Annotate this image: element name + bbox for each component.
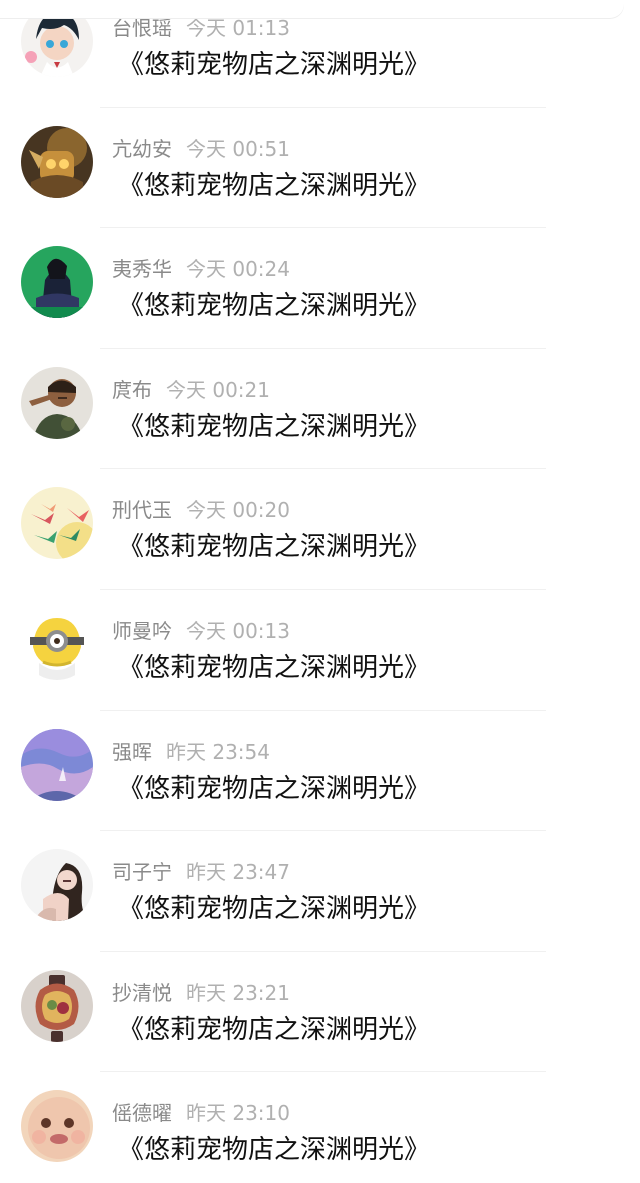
comment-text: 《悠莉宠物店之深渊明光》 bbox=[118, 1135, 431, 1166]
top-panel-edge bbox=[0, 0, 624, 18]
comment-time: 昨天 23:47 bbox=[186, 860, 290, 885]
comment-text: 《悠莉宠物店之深渊明光》 bbox=[118, 1014, 431, 1045]
comment-item: 庹布 今天 00:21 《悠莉宠物店之深渊明光》 bbox=[0, 349, 640, 470]
comment-time: 今天 00:51 bbox=[186, 136, 290, 161]
comment-item: 抄清悦 昨天 23:21 《悠莉宠物店之深渊明光》 bbox=[0, 952, 640, 1073]
comment-meta: 司子宁 昨天 23:47 bbox=[112, 857, 290, 887]
comment-text: 《悠莉宠物店之深渊明光》 bbox=[118, 652, 431, 683]
comment-meta: 抄清悦 昨天 23:21 bbox=[112, 978, 290, 1008]
comment-time: 今天 00:21 bbox=[166, 377, 270, 402]
username[interactable]: 司子宁 bbox=[112, 860, 172, 884]
lantern-avatar-icon[interactable] bbox=[21, 969, 93, 1042]
comment-text: 《悠莉宠物店之深渊明光》 bbox=[118, 532, 431, 563]
paper-crane-avatar-icon[interactable] bbox=[21, 487, 93, 560]
comment-time: 昨天 23:21 bbox=[186, 980, 290, 1005]
woman-portrait-avatar-icon[interactable] bbox=[21, 849, 93, 922]
comment-time: 今天 01:13 bbox=[186, 16, 290, 40]
comment-meta: 庹布 今天 00:21 bbox=[112, 375, 270, 405]
comment-meta: 亢幼安 今天 00:51 bbox=[112, 134, 290, 164]
username[interactable]: 刑代玉 bbox=[112, 498, 172, 522]
comment-time: 今天 00:20 bbox=[186, 498, 290, 523]
username[interactable]: 亢幼安 bbox=[112, 137, 172, 161]
comment-item: 刑代玉 今天 00:20 《悠莉宠物店之深渊明光》 bbox=[0, 469, 640, 590]
username[interactable]: 抄清悦 bbox=[112, 981, 172, 1005]
comment-text: 《悠莉宠物店之深渊明光》 bbox=[118, 894, 431, 925]
username[interactable]: 庹布 bbox=[112, 378, 152, 402]
comment-meta: 傜德曜 昨天 23:10 bbox=[112, 1098, 290, 1128]
robot-avatar-icon[interactable] bbox=[21, 125, 93, 198]
comment-item: 师曼吟 今天 00:13 《悠莉宠物店之深渊明光》 bbox=[0, 590, 640, 711]
comment-item: 司子宁 昨天 23:47 《悠莉宠物店之深渊明光》 bbox=[0, 831, 640, 952]
comment-time: 昨天 23:54 bbox=[166, 739, 270, 764]
comment-item: 亢幼安 今天 00:51 《悠莉宠物店之深渊明光》 bbox=[0, 108, 640, 229]
comment-text: 《悠莉宠物店之深渊明光》 bbox=[118, 773, 431, 804]
username[interactable]: 强晖 bbox=[112, 740, 152, 764]
purple-sky-avatar-icon[interactable] bbox=[21, 728, 93, 801]
username[interactable]: 台恨瑶 bbox=[112, 16, 172, 40]
comment-text: 《悠莉宠物店之深渊明光》 bbox=[118, 411, 431, 442]
comment-time: 今天 00:24 bbox=[186, 257, 290, 282]
comment-text: 《悠莉宠物店之深渊明光》 bbox=[118, 50, 431, 80]
comment-page: 台恨瑶 今天 01:13 《悠莉宠物店之深渊明光》 亢幼安 今天 00:51 《… bbox=[0, 0, 640, 1183]
comment-text: 《悠莉宠物店之深渊明光》 bbox=[118, 170, 431, 201]
comment-list: 台恨瑶 今天 01:13 《悠莉宠物店之深渊明光》 亢幼安 今天 00:51 《… bbox=[0, 0, 640, 1183]
comment-text: 《悠莉宠物店之深渊明光》 bbox=[118, 291, 431, 322]
comment-time: 昨天 23:10 bbox=[186, 1101, 290, 1126]
comment-item: 强晖 昨天 23:54 《悠莉宠物店之深渊明光》 bbox=[0, 711, 640, 832]
username[interactable]: 傜德曜 bbox=[112, 1101, 172, 1125]
comment-meta: 刑代玉 今天 00:20 bbox=[112, 495, 290, 525]
girl-green-background-avatar-icon[interactable] bbox=[21, 246, 93, 319]
comment-meta: 强晖 昨天 23:54 bbox=[112, 737, 270, 767]
minion-avatar-icon[interactable] bbox=[21, 607, 93, 680]
comment-meta: 夷秀华 今天 00:24 bbox=[112, 254, 290, 284]
comment-meta: 师曼吟 今天 00:13 bbox=[112, 616, 290, 646]
comment-item: 夷秀华 今天 00:24 《悠莉宠物店之深渊明光》 bbox=[0, 228, 640, 349]
username[interactable]: 夷秀华 bbox=[112, 257, 172, 281]
soldier-avatar-icon[interactable] bbox=[21, 366, 93, 439]
comment-time: 今天 00:13 bbox=[186, 618, 290, 643]
comment-item: 傜德曜 昨天 23:10 《悠莉宠物店之深渊明光》 bbox=[0, 1072, 640, 1183]
baby-face-avatar-icon[interactable] bbox=[21, 1090, 93, 1163]
username[interactable]: 师曼吟 bbox=[112, 619, 172, 643]
